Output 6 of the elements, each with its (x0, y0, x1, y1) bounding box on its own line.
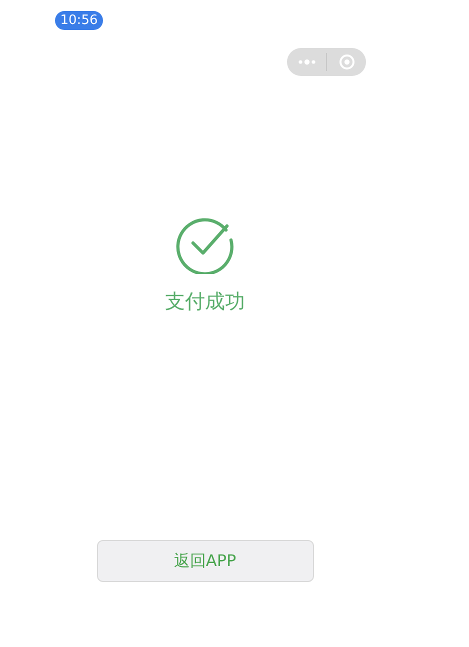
more-icon (298, 59, 316, 65)
status-time: 10:56 (55, 11, 103, 30)
return-button[interactable]: 返回APP (96, 540, 314, 582)
success-check-icon (176, 216, 234, 274)
payment-success-text: 支付成功 (165, 288, 245, 315)
target-icon (338, 54, 354, 70)
